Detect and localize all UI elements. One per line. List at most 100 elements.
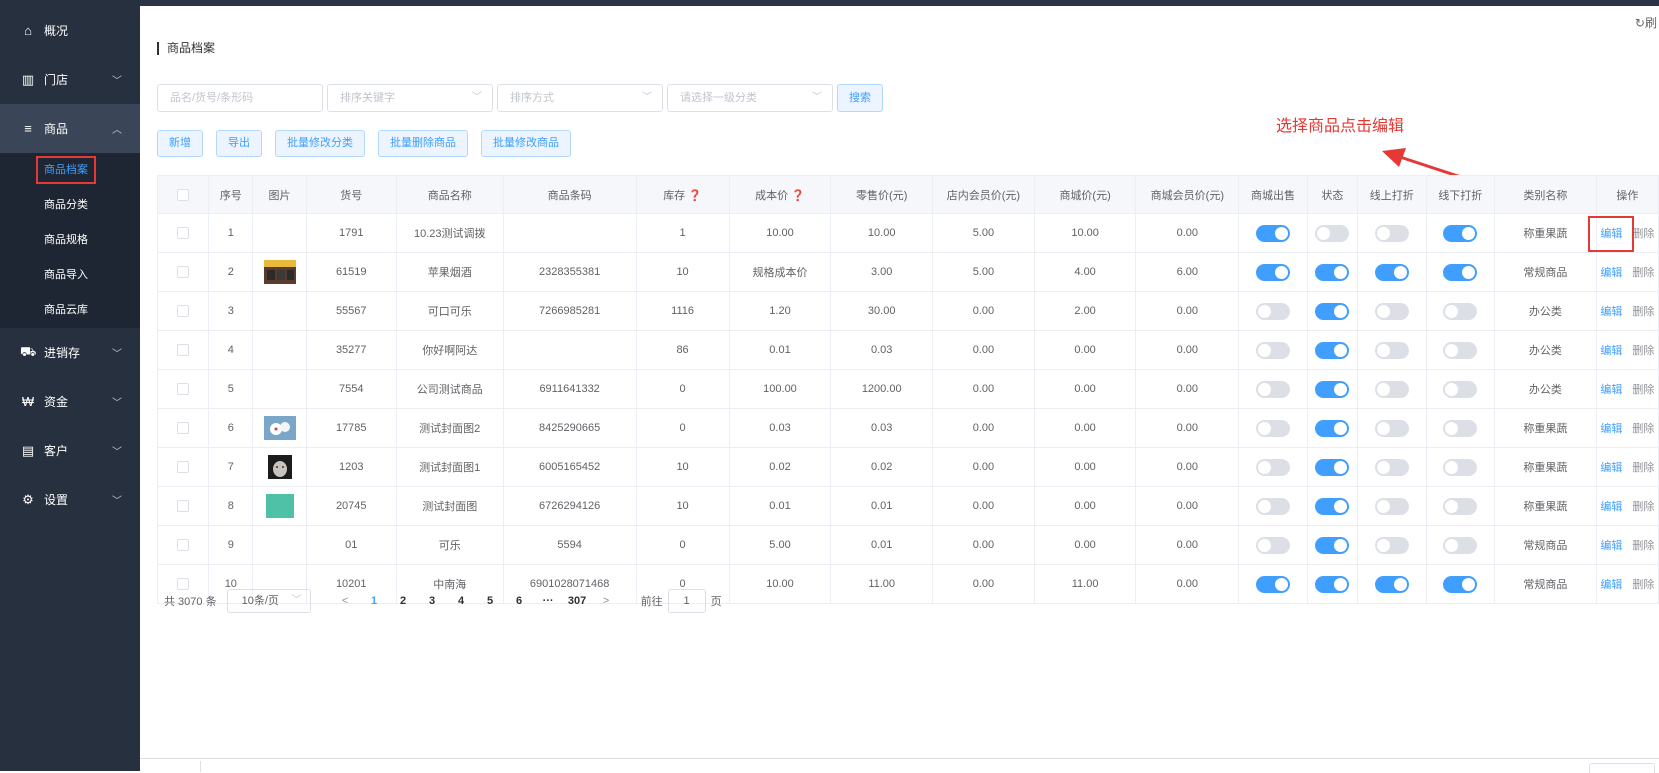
- row-checkbox[interactable]: [156, 369, 210, 409]
- mall-sale-switch[interactable]: [1255, 497, 1290, 515]
- edit-button[interactable]: 编辑: [1600, 345, 1622, 357]
- online-disc-switch[interactable]: [1374, 263, 1409, 281]
- status-switch[interactable]: [1315, 224, 1350, 242]
- nav-store[interactable]: ▥ 门店 ﹀: [0, 55, 140, 104]
- status-switch[interactable]: [1315, 341, 1350, 359]
- add-button[interactable]: 新增: [157, 130, 203, 157]
- sort-key-select[interactable]: 排序关键字 ﹀: [327, 84, 493, 112]
- online-disc-switch[interactable]: [1374, 497, 1409, 515]
- batch-edit-button[interactable]: 批量修改商品: [481, 130, 571, 157]
- page-size-select[interactable]: 10条/页 ﹀: [226, 589, 311, 613]
- delete-button[interactable]: 删除: [1632, 228, 1654, 240]
- nav-settings[interactable]: ⚙ 设置 ﹀: [0, 475, 140, 524]
- help-icon[interactable]: ❓: [688, 190, 702, 202]
- edit-button[interactable]: 编辑: [1600, 306, 1622, 318]
- online-disc-switch[interactable]: [1374, 224, 1409, 242]
- offline-disc-switch[interactable]: [1443, 341, 1478, 359]
- delete-button[interactable]: 删除: [1632, 423, 1654, 435]
- sort-order-select[interactable]: 排序方式 ﹀: [497, 84, 663, 112]
- sub-goods-spec[interactable]: 商品规格: [0, 223, 140, 258]
- delete-button[interactable]: 删除: [1632, 501, 1654, 513]
- mall-sale-switch[interactable]: [1255, 536, 1290, 554]
- mall-sale-switch[interactable]: [1255, 419, 1290, 437]
- category-select[interactable]: 请选择一级分类 ﹀: [667, 84, 833, 112]
- refresh-button[interactable]: ↻刷: [1635, 14, 1657, 31]
- nav-inventory[interactable]: ⛟ 进销存 ﹀: [0, 328, 140, 377]
- next-page-button[interactable]: >: [592, 595, 621, 607]
- nav-goods[interactable]: ≡ 商品 ︿: [0, 104, 140, 153]
- row-checkbox[interactable]: [156, 447, 210, 487]
- page-ellipsis[interactable]: ···: [534, 595, 563, 607]
- delete-button[interactable]: 删除: [1632, 345, 1654, 357]
- delete-button[interactable]: 删除: [1632, 462, 1654, 474]
- page-4[interactable]: 4: [447, 595, 476, 607]
- edit-button[interactable]: 编辑: [1600, 267, 1622, 279]
- row-checkbox[interactable]: [156, 486, 210, 526]
- online-disc-switch[interactable]: [1374, 341, 1409, 359]
- online-disc-switch[interactable]: [1374, 380, 1409, 398]
- row-checkbox[interactable]: [156, 252, 210, 292]
- offline-disc-switch[interactable]: [1443, 497, 1478, 515]
- online-disc-switch[interactable]: [1374, 458, 1409, 476]
- edit-button[interactable]: 编辑: [1600, 384, 1622, 396]
- delete-button[interactable]: 删除: [1632, 384, 1654, 396]
- mall-sale-switch[interactable]: [1255, 302, 1290, 320]
- status-switch[interactable]: [1315, 419, 1350, 437]
- row-checkbox[interactable]: [156, 408, 210, 448]
- delete-button[interactable]: 删除: [1632, 540, 1654, 552]
- mall-sale-switch[interactable]: [1255, 263, 1290, 281]
- status-switch[interactable]: [1315, 458, 1350, 476]
- sub-goods-import[interactable]: 商品导入: [0, 258, 140, 293]
- status-switch[interactable]: [1315, 536, 1350, 554]
- page-3[interactable]: 3: [418, 595, 447, 607]
- online-disc-switch[interactable]: [1374, 419, 1409, 437]
- row-checkbox[interactable]: [156, 213, 210, 253]
- offline-disc-switch[interactable]: [1443, 302, 1478, 320]
- select-all-checkbox[interactable]: [156, 175, 210, 214]
- mall-sale-switch[interactable]: [1255, 380, 1290, 398]
- row-checkbox[interactable]: [156, 525, 210, 565]
- nav-funds[interactable]: ₩ 资金 ﹀: [0, 377, 140, 426]
- goto-page-input[interactable]: 1: [667, 589, 706, 613]
- page-5[interactable]: 5: [476, 595, 505, 607]
- export-button[interactable]: 导出: [216, 130, 262, 157]
- nav-overview[interactable]: ⌂ 概况: [0, 6, 140, 55]
- status-switch[interactable]: [1315, 263, 1350, 281]
- edit-button[interactable]: 编辑: [1600, 540, 1622, 552]
- page-last[interactable]: 307: [563, 595, 592, 607]
- mall-sale-switch[interactable]: [1255, 341, 1290, 359]
- search-input[interactable]: 品名/货号/条形码: [157, 84, 323, 112]
- offline-disc-switch[interactable]: [1443, 263, 1478, 281]
- page-6[interactable]: 6: [505, 595, 534, 607]
- sub-goods-category[interactable]: 商品分类: [0, 188, 140, 223]
- offline-disc-switch[interactable]: [1443, 536, 1478, 554]
- page-2[interactable]: 2: [389, 595, 418, 607]
- edit-button[interactable]: 编辑: [1600, 462, 1622, 474]
- online-disc-switch[interactable]: [1374, 536, 1409, 554]
- batch-delete-button[interactable]: 批量删除商品: [378, 130, 468, 157]
- batch-category-button[interactable]: 批量修改分类: [275, 130, 365, 157]
- offline-disc-switch[interactable]: [1443, 224, 1478, 242]
- delete-button[interactable]: 删除: [1632, 306, 1654, 318]
- mall-sale-switch[interactable]: [1255, 458, 1290, 476]
- mall-sale-switch[interactable]: [1255, 224, 1290, 242]
- row-checkbox[interactable]: [156, 291, 210, 331]
- nav-customer[interactable]: ▤ 客户 ﹀: [0, 426, 140, 475]
- online-disc-switch[interactable]: [1374, 302, 1409, 320]
- offline-disc-switch[interactable]: [1443, 380, 1478, 398]
- search-button[interactable]: 搜索: [837, 84, 883, 112]
- page-1[interactable]: 1: [360, 595, 389, 607]
- edit-button[interactable]: 编辑: [1588, 216, 1635, 252]
- delete-button[interactable]: 删除: [1632, 267, 1654, 279]
- prev-page-button[interactable]: <: [331, 595, 360, 607]
- help-icon[interactable]: ❓: [791, 190, 805, 202]
- status-switch[interactable]: [1315, 302, 1350, 320]
- sub-goods-archive[interactable]: 商品档案: [0, 153, 140, 188]
- offline-disc-switch[interactable]: [1443, 419, 1478, 437]
- status-switch[interactable]: [1315, 497, 1350, 515]
- edit-button[interactable]: 编辑: [1600, 423, 1622, 435]
- status-switch[interactable]: [1315, 380, 1350, 398]
- edit-button[interactable]: 编辑: [1600, 501, 1622, 513]
- offline-disc-switch[interactable]: [1443, 458, 1478, 476]
- row-checkbox[interactable]: [156, 330, 210, 370]
